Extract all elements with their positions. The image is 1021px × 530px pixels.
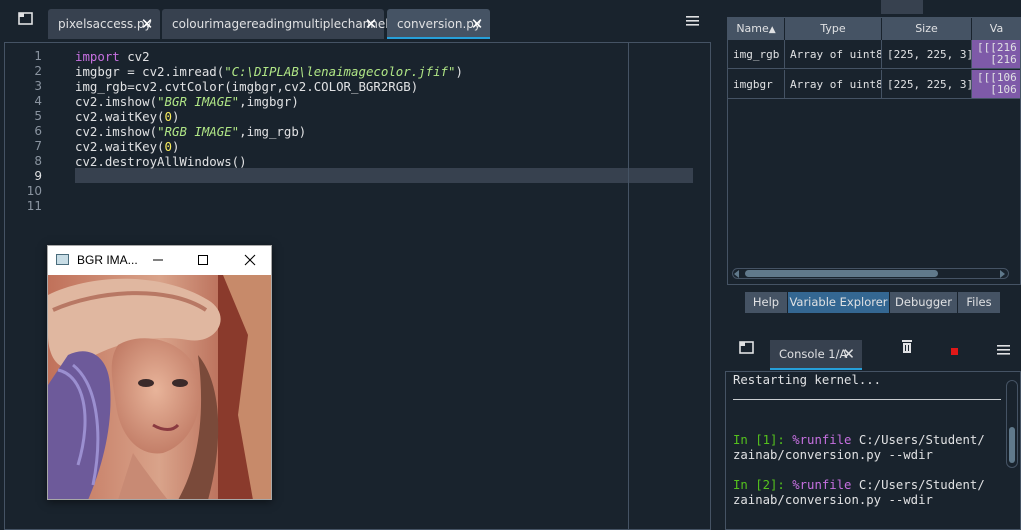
code-line: cv2.imshow("RGB IMAGE",img_rgb)	[75, 124, 307, 139]
code-line: img_rgb=cv2.cvtColor(imgbgr,cv2.COLOR_BG…	[75, 79, 419, 94]
code-line: cv2.waitKey(0)	[75, 109, 180, 124]
tab-files[interactable]: Files	[958, 292, 1001, 313]
code-line: imgbgr = cv2.imread("C:\DIPLAB\lenaimage…	[75, 64, 463, 79]
code-line: cv2.destroyAllWindows()	[75, 154, 247, 169]
line-number: 6	[34, 124, 42, 138]
line-number: 11	[26, 199, 42, 213]
var-value-cell[interactable]: [[[216 [216	[972, 40, 1020, 69]
tab-pixelsaccess[interactable]: pixelsaccess.py ✕	[48, 9, 160, 39]
hamburger-menu-icon[interactable]	[997, 341, 1013, 355]
sort-ascending-icon: ▲	[768, 25, 776, 35]
code-line: cv2.imshow("BGR IMAGE",imgbgr)	[75, 94, 299, 109]
editor-pane: pixelsaccess.py ✕ colourimagereadingmult…	[0, 0, 715, 530]
line-number: 10	[26, 184, 42, 198]
scroll-right-icon[interactable]	[1000, 270, 1005, 278]
tab-conversion[interactable]: conversion.py ✕	[387, 9, 490, 39]
vertical-scrollbar[interactable]	[1006, 380, 1018, 468]
bgr-image-window[interactable]: BGR IMA...	[47, 245, 272, 500]
line-number: 7	[34, 139, 42, 153]
hamburger-menu-icon[interactable]	[686, 12, 702, 26]
line-number: 4	[34, 94, 42, 108]
console-input-line: zainab/conversion.py --wdir	[733, 448, 933, 462]
tab-label: pixelsaccess.py	[58, 17, 152, 31]
column-header-size[interactable]: Size	[882, 18, 972, 40]
close-icon[interactable]: ✕	[470, 9, 484, 39]
tab-colourimagereadingmultiplechannels[interactable]: colourimagereadingmultiplechannels.py ✕	[162, 9, 413, 39]
maximize-button[interactable]	[194, 252, 212, 268]
tab-label: conversion.py	[397, 17, 482, 31]
tab-console[interactable]: Console 1/A ✕	[770, 340, 862, 370]
console-output[interactable]: Restarting kernel... In [1]: %runfile C:…	[725, 371, 1021, 530]
code-line: import cv2	[75, 49, 150, 64]
browse-tabs-icon[interactable]	[739, 340, 755, 354]
line-number: 1	[34, 49, 42, 63]
window-titlebar[interactable]: BGR IMA...	[48, 246, 271, 275]
console-input-line: zainab/conversion.py --wdir	[733, 493, 933, 507]
tab-help[interactable]: Help	[745, 292, 788, 313]
column-header-name[interactable]: Name▲	[728, 18, 785, 40]
close-icon[interactable]: ✕	[140, 9, 154, 39]
var-size-cell[interactable]: [225, 225, 3]	[882, 70, 972, 99]
var-type-cell[interactable]: Array of uint8	[785, 70, 882, 99]
var-size-cell[interactable]: [225, 225, 3]	[882, 40, 972, 69]
line-number: 2	[34, 64, 42, 78]
var-name-cell[interactable]: img_rgb	[728, 40, 785, 69]
editor-tabbar: pixelsaccess.py ✕ colourimagereadingmult…	[0, 0, 715, 40]
console-separator	[733, 399, 1001, 400]
trash-icon[interactable]	[900, 339, 916, 353]
line-number: 5	[34, 109, 42, 123]
toolbar-tab-stub	[881, 0, 923, 14]
line-number: 8	[34, 154, 42, 168]
window-title: BGR IMA...	[77, 253, 138, 267]
close-icon[interactable]: ✕	[842, 340, 855, 368]
ipython-console-pane: Console 1/A ✕ Restarting kernel... In [1…	[723, 320, 1021, 530]
column-header-value[interactable]: Va	[972, 18, 1020, 40]
pane-splitter[interactable]	[715, 0, 723, 530]
scroll-left-icon[interactable]	[734, 270, 739, 278]
tab-debugger[interactable]: Debugger	[890, 292, 958, 313]
displayed-image	[48, 275, 271, 499]
variable-explorer-pane: Name▲ Type Size Va img_rgb Array of uint…	[723, 0, 1021, 318]
var-type-cell[interactable]: Array of uint8	[785, 40, 882, 69]
line-number: 3	[34, 79, 42, 93]
minimize-button[interactable]	[149, 252, 167, 268]
browse-tabs-icon[interactable]	[18, 11, 34, 25]
stop-icon[interactable]	[950, 342, 966, 356]
var-value-cell[interactable]: [[[106 [106	[972, 70, 1020, 99]
scrollbar-thumb[interactable]	[745, 270, 938, 277]
horizontal-scrollbar[interactable]	[732, 268, 1009, 279]
current-line-highlight	[75, 168, 693, 183]
code-line: cv2.waitKey(0)	[75, 139, 180, 154]
var-name-cell[interactable]: imgbgr	[728, 70, 785, 99]
edge-line	[628, 43, 629, 529]
column-header-type[interactable]: Type	[785, 18, 882, 40]
console-tabbar: Console 1/A ✕	[723, 320, 1021, 370]
close-button[interactable]	[241, 252, 259, 268]
scrollbar-thumb[interactable]	[1009, 427, 1015, 463]
console-input-line: In [2]: %runfile C:/Users/Student/	[733, 478, 985, 492]
line-number: 9	[34, 169, 42, 183]
close-icon[interactable]: ✕	[364, 9, 378, 39]
app-window-icon	[56, 254, 69, 265]
tab-variable-explorer[interactable]: Variable Explorer	[788, 292, 890, 313]
console-restart-text: Restarting kernel...	[733, 373, 882, 387]
console-input-line: In [1]: %runfile C:/Users/Student/	[733, 433, 985, 447]
variable-table[interactable]: Name▲ Type Size Va img_rgb Array of uint…	[727, 17, 1021, 285]
tab-label: Console 1/A	[779, 347, 848, 361]
